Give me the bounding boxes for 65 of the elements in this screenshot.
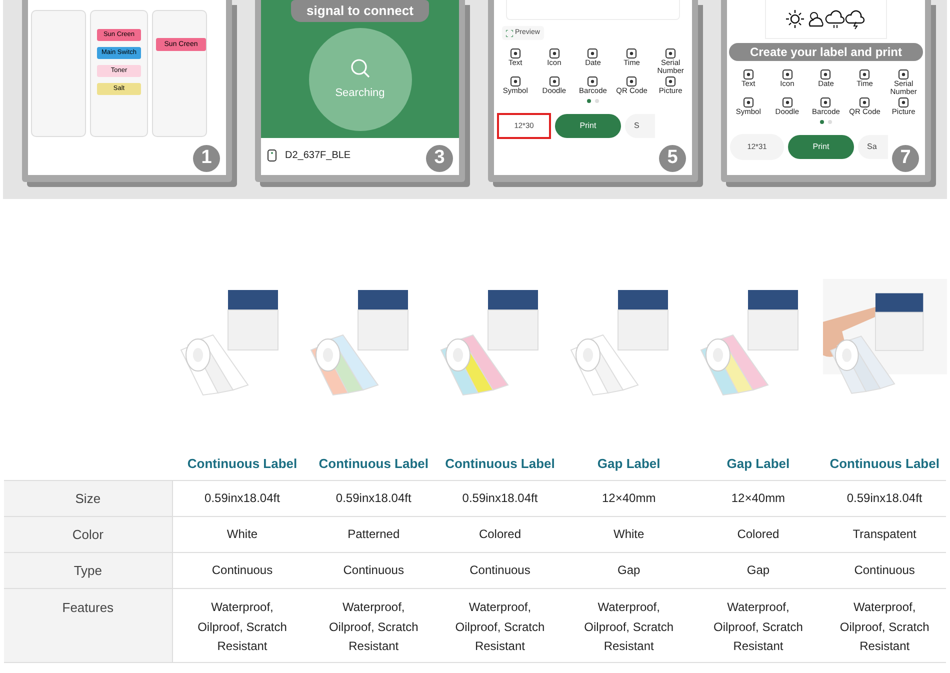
table-cell-text: 0.59inx18.04ft (462, 490, 538, 507)
table-cell-text: Gap (746, 562, 770, 579)
table-cell-text: Continuous (854, 562, 915, 579)
tool-icon (626, 76, 638, 87)
table-cell-text: Patterned (348, 526, 400, 543)
column-header: Continuous Label (445, 456, 555, 471)
tool-icon (782, 97, 793, 108)
save-button[interactable]: S (625, 114, 655, 138)
tool-icon (548, 76, 560, 87)
tool-icon (820, 69, 832, 80)
tool-icon (859, 97, 870, 108)
tool-icon (820, 97, 832, 108)
tool-icon (665, 48, 676, 59)
row-header: Features (4, 589, 173, 662)
table-cell-text: 12×40mm (602, 490, 656, 507)
table-cell-text: Waterproof, Oilproof, Scratch Resistant (196, 599, 288, 655)
banner-label: Create your label and print (729, 43, 923, 61)
tool-icon (626, 48, 638, 59)
tool-icon (859, 69, 870, 80)
device-name[interactable]: D2_637F_BLE (285, 148, 351, 163)
tool-icon (665, 76, 676, 87)
table-cell-text: Waterproof, Oilproof, Scratch Resistant (712, 599, 804, 655)
table-cell-text: Transpatent (852, 526, 916, 543)
row-header: Size (4, 481, 173, 516)
column-header: Continuous Label (187, 456, 298, 471)
table-cell-text: Colored (478, 526, 521, 543)
table-cell-text: Continuous (343, 562, 404, 579)
tool-icon (587, 76, 598, 87)
tool-icon (898, 69, 910, 80)
table-cell-text: Waterproof, Oilproof, Scratch Resistant (838, 599, 930, 655)
table-cell-text: Continuous (212, 562, 273, 579)
table-cell-text: Waterproof, Oilproof, Scratch Resistant (328, 599, 420, 655)
print-button[interactable]: Print (555, 114, 621, 138)
tool-icon (782, 69, 793, 80)
table-cell-text: 0.59inx18.04ft (204, 490, 280, 507)
table-cell-text: 0.59inx18.04ft (336, 490, 412, 507)
search-icon (349, 57, 371, 80)
tool-icon (510, 48, 521, 59)
tool-icon (742, 69, 754, 80)
row-header: Type (4, 553, 173, 588)
table-cell-text: Colored (737, 526, 780, 543)
table-cell-text: White (614, 526, 644, 543)
save-button[interactable]: Sa (858, 135, 888, 159)
tool-icon (510, 76, 521, 87)
expand-icon (506, 30, 513, 36)
print-button[interactable]: Print (788, 135, 854, 159)
tool-icon (742, 97, 754, 108)
tool-icon (587, 48, 598, 59)
status-text: Searching (335, 86, 385, 102)
table-cell-text: Continuous (470, 562, 530, 579)
column-header: Continuous Label (318, 456, 429, 471)
column-header: Gap Label (726, 456, 790, 471)
device-icon (267, 149, 277, 162)
table-cell-text: Waterproof, Oilproof, Scratch Resistant (454, 599, 546, 655)
table-cell-text: 12×40mm (731, 490, 786, 507)
tool-icon (548, 48, 560, 59)
banner-label: signal to connect (290, 0, 430, 22)
column-header: Gap Label (597, 456, 660, 471)
table-cell-text: White (226, 526, 258, 543)
tool-icon (898, 97, 910, 108)
column-header: Continuous Label (830, 456, 940, 471)
table-cell-text: 0.59inx18.04ft (846, 490, 922, 507)
row-header: Color (4, 517, 173, 552)
table-cell-text: Gap (618, 562, 640, 579)
table-cell-text: Waterproof, Oilproof, Scratch Resistant (583, 599, 675, 655)
